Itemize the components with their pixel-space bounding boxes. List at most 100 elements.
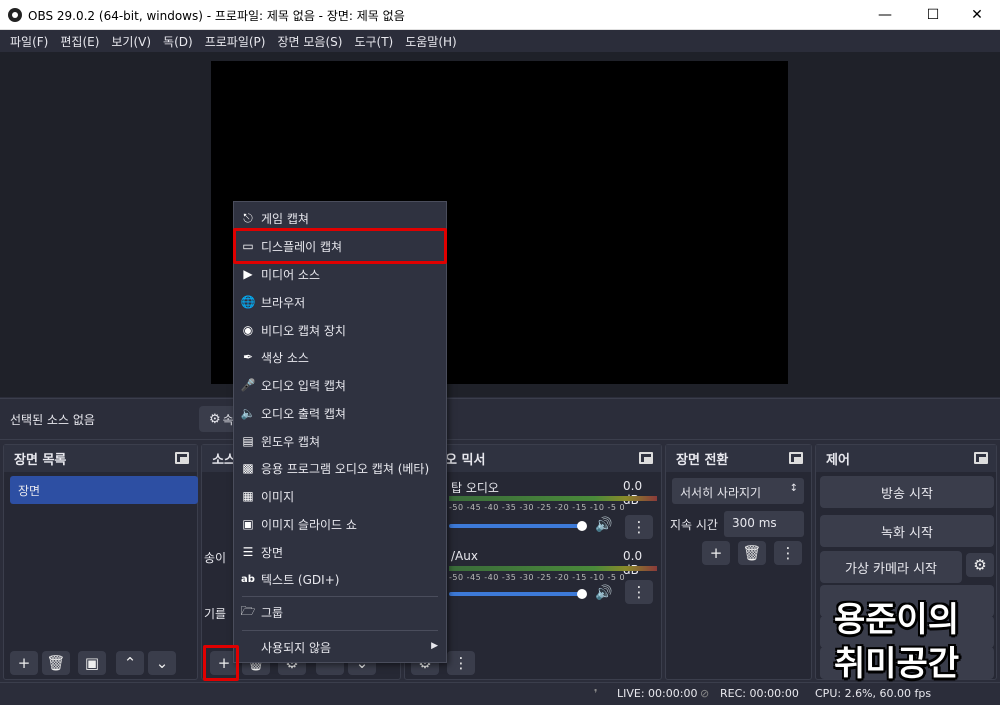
add-source-context-menu: ⎋ 게임 캡쳐 ▭ 디스플레이 캡쳐 ▶ 미디어 소스 🌐 브라우저 ◉ 비디오 캡쳐 장… (233, 201, 447, 663)
volume-knob[interactable] (577, 521, 587, 531)
menu-profile[interactable]: 프로파일(P) (199, 33, 272, 50)
camera-icon: ◉ (242, 323, 254, 337)
float-dock-icon[interactable] (974, 452, 988, 464)
start-virtual-camera-button[interactable]: 가상 카메라 시작 (820, 551, 962, 583)
menu-item-label: 브라우저 (261, 295, 306, 310)
controls-dock-title: 제어 (816, 445, 996, 472)
folder-icon: 🗁 (240, 603, 256, 618)
move-up-button[interactable]: ⌃ (116, 651, 144, 675)
meter-scale: -50 -45 -40 -35 -30 -25 -20 -15 -10 -5 0 (449, 503, 626, 512)
microphone-icon: 🎤 (240, 378, 256, 392)
menu-item-label: 사용되지 않음 (261, 640, 332, 655)
menu-item-audio-output[interactable]: 🔈 오디오 출력 캡쳐 (234, 400, 446, 426)
rec-indicator-icon: ⊘ (700, 687, 710, 700)
speaker-icon[interactable]: 🔊 (595, 585, 612, 601)
virtual-camera-gear-icon[interactable]: ⚙ (966, 553, 994, 577)
transition-select[interactable]: 서서히 사라지기 ↕ (672, 478, 804, 504)
menu-bar: 파일(F) 편집(E) 보기(V) 독(D) 프로파일(P) 장면 모음(S) … (0, 30, 1000, 52)
menu-tools[interactable]: 도구(T) (348, 33, 399, 50)
menu-item-label: 그룹 (261, 605, 284, 620)
duration-label: 지속 시간 (670, 518, 718, 532)
source-toolbar: 선택된 소스 없음 ⚙ 속 (0, 398, 1000, 440)
add-scene-button[interactable]: + (10, 651, 38, 675)
menu-item-video-capture[interactable]: ◉ 비디오 캡쳐 장치 (234, 317, 446, 343)
menu-item-window-capture[interactable]: ▤ 윈도우 캡쳐 (234, 428, 446, 454)
float-dock-icon[interactable] (789, 452, 803, 464)
start-streaming-button[interactable]: 방송 시작 (820, 476, 994, 508)
status-bar: ❜ LIVE: 00:00:00 ⊘ REC: 00:00:00 CPU: 2.… (0, 682, 1000, 705)
menu-item-color-source[interactable]: ✒ 색상 소스 (234, 344, 446, 370)
volume-knob[interactable] (577, 589, 587, 599)
menu-help[interactable]: 도움말(H) (399, 33, 463, 50)
submenu-arrow-icon: ▶ (431, 641, 438, 651)
duration-input[interactable]: 300 ms (724, 511, 804, 537)
menu-item-label: 장면 (261, 545, 284, 560)
filter-icon[interactable]: ▣ (78, 651, 106, 675)
menu-separator (242, 630, 438, 631)
menu-item-deprecated[interactable]: 사용되지 않음 ▶ (234, 634, 446, 660)
speaker-icon[interactable]: 🔊 (595, 517, 612, 533)
volume-slider[interactable] (449, 592, 579, 596)
menu-item-image[interactable]: ▦ 이미지 (234, 483, 446, 509)
transition-menu-button[interactable]: ⋮ (774, 541, 802, 565)
menu-scene-collection[interactable]: 장면 모음(S) (271, 33, 348, 50)
volume-slider[interactable] (449, 524, 579, 528)
duration-value: 300 ms (732, 516, 777, 530)
watermark-line-2: 취미공간 (834, 644, 960, 684)
speaker-icon: 🔈 (240, 406, 256, 420)
no-source-label: 선택된 소스 없음 (10, 413, 95, 427)
trash-icon[interactable]: 🗑 (738, 541, 766, 565)
window-title: OBS 29.0.2 (64-bit, windows) - 프로파일: 제목 … (28, 9, 405, 23)
menu-item-text-gdi[interactable]: ab 텍스트 (GDI+) (234, 566, 446, 592)
level-meter (449, 496, 657, 501)
menu-item-media-source[interactable]: ▶ 미디어 소스 (234, 261, 446, 287)
float-dock-icon[interactable] (639, 452, 653, 464)
float-dock-icon[interactable] (175, 452, 189, 464)
maximize-button[interactable]: ☐ (910, 0, 956, 30)
title-bar: OBS 29.0.2 (64-bit, windows) - 프로파일: 제목 … (0, 0, 1000, 30)
channel-menu-button[interactable]: ⋮ (625, 515, 653, 539)
menu-dock[interactable]: 독(D) (157, 33, 199, 50)
gear-icon: ⚙ (209, 411, 221, 427)
channel-name: /Aux (451, 549, 478, 563)
channel-db: 0.0 dB (623, 479, 643, 507)
menu-item-label: 응용 프로그램 오디오 캡쳐 (베타) (261, 461, 430, 476)
menu-item-app-audio[interactable]: ▩ 응용 프로그램 오디오 캡쳐 (베타) (234, 455, 446, 481)
menu-item-label: 게임 캡쳐 (261, 211, 309, 226)
start-recording-button[interactable]: 녹화 시작 (820, 515, 994, 547)
menu-item-label: 색상 소스 (261, 350, 309, 365)
menu-item-label: 오디오 출력 캡쳐 (261, 406, 346, 421)
sources-hint-line-1: 송이 (204, 551, 227, 565)
slideshow-icon: ▣ (242, 517, 254, 531)
list-icon: ☰ (242, 545, 254, 559)
brush-icon: ✒ (242, 350, 254, 364)
channel-name: 탑 오디오 (451, 481, 499, 495)
channel-menu-button[interactable]: ⋮ (625, 580, 653, 604)
menu-item-label: 오디오 입력 캡쳐 (261, 378, 346, 393)
close-button[interactable]: ✕ (954, 0, 1000, 30)
channel-db: 0.0 dB (623, 549, 643, 577)
highlight-add-source (203, 645, 239, 681)
menu-item-group[interactable]: 🗁 그룹 (234, 599, 446, 625)
trash-icon[interactable]: 🗑 (42, 651, 70, 675)
sources-hint-line-2: 기를 (204, 607, 227, 621)
menu-view[interactable]: 보기(V) (105, 33, 157, 50)
add-transition-button[interactable]: + (702, 541, 730, 565)
scene-list-item[interactable]: 장면 (10, 476, 198, 504)
mixer-menu-button[interactable]: ⋮ (447, 651, 475, 675)
transition-type: 서서히 사라지기 (680, 486, 762, 500)
menu-item-browser[interactable]: 🌐 브라우저 (234, 289, 446, 315)
menu-item-label: 텍스트 (GDI+) (261, 572, 340, 587)
menu-file[interactable]: 파일(F) (4, 33, 54, 50)
image-icon: ▦ (242, 489, 254, 503)
text-icon: ab (241, 573, 255, 585)
move-down-button[interactable]: ⌄ (148, 651, 176, 675)
menu-item-label: 비디오 캡쳐 장치 (261, 323, 346, 338)
menu-item-scene[interactable]: ☰ 장면 (234, 539, 446, 565)
menu-item-audio-input[interactable]: 🎤 오디오 입력 캡쳐 (234, 372, 446, 398)
minimize-button[interactable]: — (862, 0, 908, 30)
obs-logo-icon (8, 8, 22, 22)
scenes-dock: 장면 목록 장면 + 🗑 ▣ ⌃ ⌄ (3, 444, 198, 680)
menu-edit[interactable]: 편집(E) (54, 33, 105, 50)
menu-item-image-slideshow[interactable]: ▣ 이미지 슬라이드 쇼 (234, 511, 446, 537)
